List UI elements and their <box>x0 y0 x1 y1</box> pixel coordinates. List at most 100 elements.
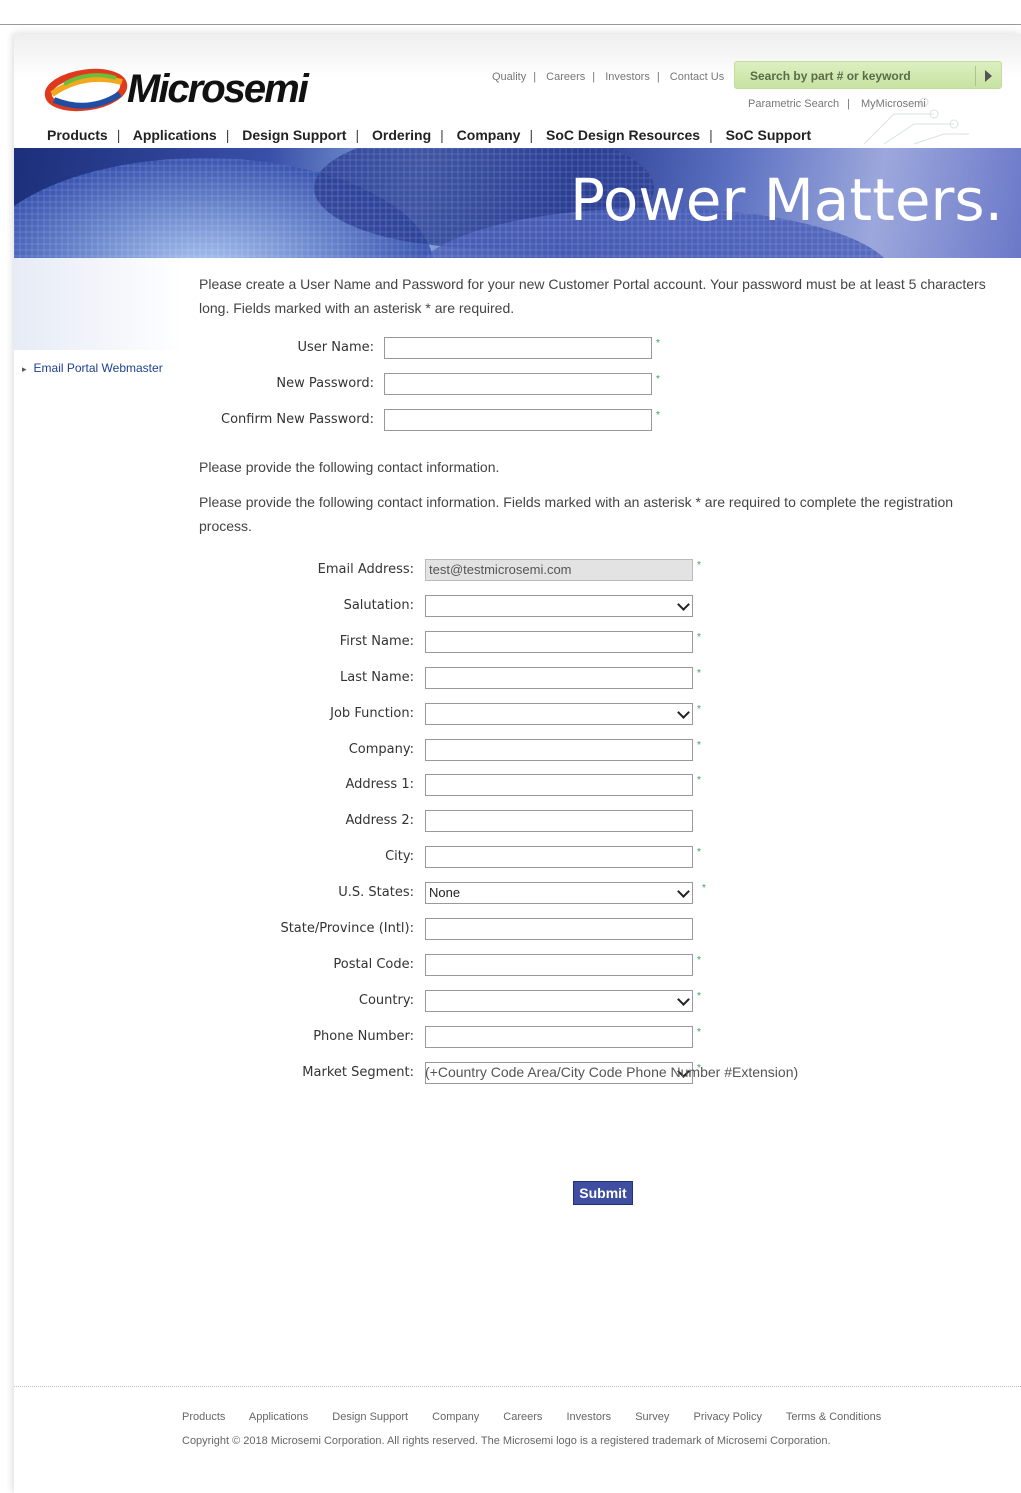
footer-link-company[interactable]: Company <box>432 1411 479 1423</box>
user-name-label: User Name: <box>297 340 375 355</box>
job-function-row: Job Function: <box>214 703 414 725</box>
footer-link-privacy-policy[interactable]: Privacy Policy <box>694 1411 762 1423</box>
footer-links: Products Applications Design Support Com… <box>182 1411 902 1423</box>
required-asterisk: * <box>697 668 701 679</box>
email-address-row: Email Address: <box>214 559 414 581</box>
contact-info-instructions: Please provide the following contact inf… <box>199 494 954 534</box>
nav-applications[interactable]: Applications <box>133 127 217 143</box>
required-asterisk: * <box>697 704 701 715</box>
last-name-row: Last Name: <box>214 667 414 689</box>
logo-wordmark[interactable]: Microsemi <box>127 67 309 112</box>
nav-design-support[interactable]: Design Support <box>242 127 346 143</box>
country-label: Country: <box>358 993 414 1008</box>
footer-link-terms[interactable]: Terms & Conditions <box>786 1411 881 1423</box>
site-header: Microsemi Quality | Careers | Investors | C… <box>14 34 1021 148</box>
required-asterisk: * <box>697 847 701 858</box>
footer-link-investors[interactable]: Investors <box>566 1411 611 1423</box>
first-name-label: First Name: <box>339 634 414 649</box>
new-password-label: New Password: <box>276 376 374 391</box>
address-2-label: Address 2: <box>345 813 414 828</box>
email-portal-webmaster-link[interactable]: Email Portal Webmaster <box>22 361 163 375</box>
quality-link[interactable]: Quality <box>492 71 526 83</box>
search-box[interactable]: Search by part # or keyword <box>734 61 1002 89</box>
contact-info-heading: Please provide the following contact inf… <box>199 459 500 475</box>
required-asterisk: * <box>656 374 660 385</box>
salutation-label: Salutation: <box>343 598 414 613</box>
search-go-arrow-icon[interactable] <box>975 66 997 86</box>
state-province-intl-label: State/Province (Intl): <box>280 921 414 936</box>
postal-code-row: Postal Code: <box>214 954 414 976</box>
address-1-label: Address 1: <box>345 777 414 792</box>
footer-link-design-support[interactable]: Design Support <box>332 1411 408 1423</box>
first-name-row: First Name: <box>214 631 414 653</box>
state-province-intl-input[interactable] <box>425 918 693 940</box>
investors-link[interactable]: Investors <box>605 71 650 83</box>
city-label: City: <box>385 849 414 864</box>
careers-link[interactable]: Careers <box>546 71 585 83</box>
email-address-value: test@testmicrosemi.com <box>429 562 572 577</box>
address-1-input[interactable] <box>425 774 693 796</box>
required-asterisk: * <box>697 775 701 786</box>
footer-link-careers[interactable]: Careers <box>503 1411 542 1423</box>
sidebar-backdrop <box>14 258 184 350</box>
contact-us-link[interactable]: Contact Us <box>670 71 724 83</box>
footer-link-applications[interactable]: Applications <box>249 1411 308 1423</box>
footer-link-survey[interactable]: Survey <box>635 1411 669 1423</box>
first-name-input[interactable] <box>425 631 693 653</box>
nav-soc-support[interactable]: SoC Support <box>726 127 812 143</box>
city-input[interactable] <box>425 846 693 868</box>
nav-soc-design-resources[interactable]: SoC Design Resources <box>546 127 700 143</box>
country-select[interactable] <box>425 990 693 1012</box>
user-name-input[interactable] <box>384 337 652 359</box>
footer-link-products[interactable]: Products <box>182 1411 225 1423</box>
confirm-new-password-input[interactable] <box>384 409 652 431</box>
state-province-intl-row: State/Province (Intl): <box>214 918 414 940</box>
copyright-text: Copyright © 2018 Microsemi Corporation. … <box>182 1435 831 1447</box>
salutation-row: Salutation: <box>214 595 414 617</box>
required-asterisk: * <box>697 740 701 751</box>
required-asterisk: * <box>697 560 701 571</box>
job-function-label: Job Function: <box>330 706 414 721</box>
phone-number-label: Phone Number: <box>313 1029 414 1044</box>
market-segment-label: Market Segment: <box>302 1065 414 1080</box>
address-2-input[interactable] <box>425 810 693 832</box>
search-input[interactable]: Search by part # or keyword <box>750 69 911 83</box>
postal-code-input[interactable] <box>425 954 693 976</box>
last-name-input[interactable] <box>425 667 693 689</box>
phone-number-input[interactable] <box>425 1026 693 1048</box>
country-row: Country: <box>214 990 414 1012</box>
u-s-states-select[interactable]: None <box>425 882 693 904</box>
utility-links: Quality | Careers | Investors | Contact Us <box>492 71 725 83</box>
required-asterisk: * <box>697 991 701 1002</box>
page: Microsemi Quality | Careers | Investors | C… <box>14 34 1021 1493</box>
u-s-states-label: U.S. States: <box>338 885 414 900</box>
market-segment-row: Market Segment: <box>214 1062 414 1084</box>
nav-company[interactable]: Company <box>457 127 521 143</box>
required-asterisk: * <box>697 1027 701 1038</box>
nav-products[interactable]: Products <box>47 127 108 143</box>
confirm-new-password-row: Confirm New Password: <box>184 409 374 431</box>
company-label: Company: <box>348 742 414 757</box>
required-asterisk: * <box>656 410 660 421</box>
email-address-input[interactable]: test@testmicrosemi.com <box>425 559 693 581</box>
phone-format-hint: (+Country Code Area/City Code Phone Numb… <box>425 1064 799 1080</box>
email-address-label: Email Address: <box>317 562 414 577</box>
u-s-states-row: U.S. States: <box>214 882 414 904</box>
u-s-states-value: None <box>429 885 461 900</box>
company-input[interactable] <box>425 739 693 761</box>
city-row: City: <box>214 846 414 868</box>
job-function-select[interactable] <box>425 703 693 725</box>
postal-code-label: Postal Code: <box>333 957 414 972</box>
user-name-row: User Name: <box>184 337 375 359</box>
new-password-input[interactable] <box>384 373 652 395</box>
banner-tagline: Power Matters. <box>569 166 1003 234</box>
submit-button[interactable]: Submit <box>573 1181 633 1205</box>
parametric-search-link[interactable]: Parametric Search <box>748 98 839 110</box>
hero-banner: Power Matters. <box>14 148 1021 258</box>
required-asterisk: * <box>697 955 701 966</box>
required-asterisk: * <box>656 338 660 349</box>
nav-ordering[interactable]: Ordering <box>372 127 431 143</box>
address-1-row: Address 1: <box>214 774 414 796</box>
account-instructions: Please create a User Name and Password f… <box>199 276 986 316</box>
salutation-select[interactable] <box>425 595 693 617</box>
